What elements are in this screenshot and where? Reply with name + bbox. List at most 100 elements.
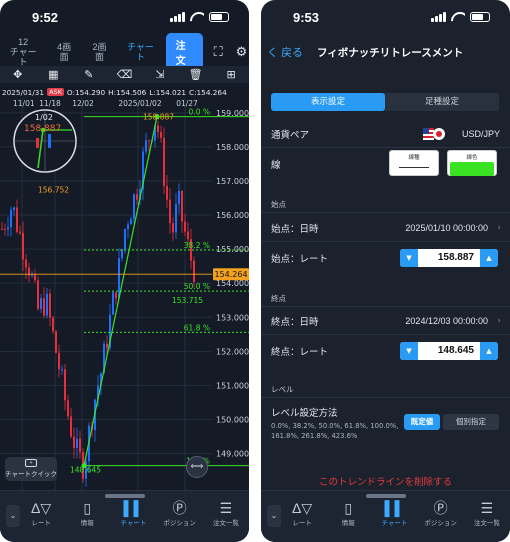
candle-body [10, 209, 12, 228]
tab-chart[interactable]: チャート [117, 42, 163, 62]
nav-rate[interactable]: Δ▽ レート [283, 499, 321, 527]
decrement-button[interactable]: ▼ [400, 249, 418, 267]
position-icon: Ⓟ [172, 500, 187, 516]
collapse-icon[interactable]: ⌄ [267, 505, 281, 527]
nav-chart[interactable]: ▌▌ チャート [114, 499, 152, 527]
start-rate-row: 始点：レート ▼ 158.887 ▲ [261, 249, 510, 267]
draw-tool-icon[interactable]: ✎ [77, 68, 101, 81]
level-custom-button[interactable]: 個別指定 [443, 414, 499, 430]
nav-rate[interactable]: Δ▽ レート [22, 499, 60, 527]
nav-info[interactable]: ▯ 情報 [329, 499, 367, 527]
nav-info[interactable]: ▯ 情報 [68, 499, 106, 527]
flag-icon [423, 128, 445, 140]
y-tick-label: 158.000 [216, 143, 249, 152]
resize-fab[interactable]: ⟺ [186, 456, 208, 478]
tab-timeframe-settings[interactable]: 足種設定 [385, 93, 499, 111]
gear-icon[interactable]: ⚙ [234, 44, 249, 60]
increment-button[interactable]: ▲ [480, 249, 498, 267]
candle-body [34, 274, 36, 281]
end-date-row[interactable]: 終点：日時 2024/12/03 00:00:00 › [261, 313, 510, 329]
loupe-date: 1/02 [35, 113, 53, 122]
bottom-nav: ⌄ Δ▽ レート ▯ 情報 ▌▌ チャート Ⓟ ポジション ☰ 注文一覧 [0, 490, 249, 542]
nav-orders[interactable]: ☰ 注文一覧 [207, 499, 245, 527]
chart-quick-icon: » [25, 459, 37, 467]
drag-handle[interactable] [365, 494, 406, 498]
position-icon: Ⓟ [433, 500, 448, 516]
candle-body [112, 292, 114, 315]
candle-body [175, 203, 177, 233]
x-tick-label: 12/02 [72, 99, 94, 108]
table-icon[interactable]: ▦ [41, 68, 65, 81]
x-tick-label: 01/27 [176, 99, 198, 108]
end-rate-value[interactable]: 148.645 [438, 342, 474, 360]
y-tick-label: 153.000 [216, 313, 249, 322]
drag-handle[interactable] [104, 494, 145, 498]
tab-display-settings[interactable]: 表示設定 [271, 93, 385, 111]
candle-body [46, 293, 48, 316]
chart-toolbar: ✥ ▦ ✎ ⌫ ⇲ 🗑 ⊞ [0, 66, 249, 83]
fib-level-label: 61.8 % [184, 323, 210, 332]
candle-body [52, 317, 54, 332]
start-rate-value[interactable]: 158.887 [438, 249, 474, 267]
line-color-label: 線色 [466, 155, 478, 161]
tab-4-screen[interactable]: 4画面 [46, 42, 81, 62]
status-time: 9:53 [293, 10, 320, 25]
candle-body [22, 232, 24, 260]
level-section-label: レベル [271, 385, 294, 394]
y-tick-label: 149.000 [216, 450, 249, 459]
y-tick-label: 152.000 [216, 347, 249, 356]
chart-quick-label: チャートクイック [5, 470, 57, 478]
end-rate-label: 終点：レート [271, 347, 329, 358]
start-date-row[interactable]: 始点：日時 2025/01/10 00:00:00 › [261, 220, 510, 236]
fibonacci-settings-screen: 9:53 く 戻る フィボナッチリトレースメント 表示設定 足種設定 通貨ペア … [261, 0, 510, 542]
delete-trendline-button[interactable]: このトレンドラインを削除する [261, 474, 510, 488]
candle-body [40, 298, 42, 310]
candle-body [106, 343, 108, 348]
nav-position[interactable]: Ⓟ ポジション [422, 499, 460, 527]
start-section-label: 始点 [271, 200, 286, 209]
layout-icon[interactable]: ⊞ [219, 68, 243, 81]
back-button[interactable]: く 戻る [261, 44, 303, 60]
pair-value: USD/JPY [461, 129, 500, 139]
fit-icon[interactable]: ⇲ [148, 68, 172, 81]
end-rate-stepper[interactable]: ▼ 148.645 ▲ [400, 342, 498, 360]
collapse-icon[interactable]: ⌄ [6, 505, 20, 527]
current-price-label: 154.264 [214, 270, 247, 279]
nav-orders-label: 注文一覧 [212, 520, 239, 527]
eraser-icon[interactable]: ⌫ [112, 68, 136, 81]
tab-12-chart[interactable]: 12 チャート [0, 37, 46, 67]
increment-button[interactable]: ▲ [480, 342, 498, 360]
x-tick-label: 11/01 [13, 99, 35, 108]
x-tick-label: 11/18 [39, 99, 61, 108]
nav-chart-label: チャート [120, 520, 147, 527]
tab-2-screen[interactable]: 2画面 [82, 42, 117, 62]
candle-body [16, 207, 18, 232]
nav-position[interactable]: Ⓟ ポジション [161, 499, 199, 527]
line-label: 線 [271, 160, 281, 171]
orders-icon: ☰ [480, 500, 494, 516]
status-bar: 9:52 [0, 0, 249, 36]
candlestick-chart[interactable]: 159.000158.000157.000156.000155.000154.0… [0, 98, 249, 490]
start-rate-stepper[interactable]: ▼ 158.887 ▲ [400, 249, 498, 267]
wifi-icon [190, 12, 204, 22]
candle-body [61, 369, 63, 371]
crosshair-icon[interactable]: ✥ [6, 68, 30, 81]
chart-quick-button[interactable]: » チャートクイック [5, 457, 57, 481]
ohlc-close: C:154.264 [188, 87, 227, 97]
line-kind-button[interactable]: 線種 [389, 150, 439, 176]
marker-label: 153.715 [172, 296, 203, 305]
ask-badge: ASK [47, 88, 64, 96]
fib-level-label: 38.2 % [184, 241, 210, 250]
candle-body [127, 224, 129, 230]
orders-icon: ☰ [219, 500, 233, 516]
screenshot-icon[interactable]: ⛶ [211, 44, 226, 60]
line-color-button[interactable]: 線色 [447, 150, 497, 176]
nav-orders[interactable]: ☰ 注文一覧 [468, 499, 506, 527]
status-time: 9:52 [32, 10, 59, 25]
level-default-button[interactable]: 既定値 [404, 414, 440, 430]
line-kind-label: 線種 [408, 155, 420, 161]
nav-chart[interactable]: ▌▌ チャート [375, 499, 413, 527]
trash-icon[interactable]: 🗑 [184, 68, 208, 81]
decrement-button[interactable]: ▼ [400, 342, 418, 360]
pair-row[interactable]: 通貨ペア USD/JPY [261, 126, 510, 142]
